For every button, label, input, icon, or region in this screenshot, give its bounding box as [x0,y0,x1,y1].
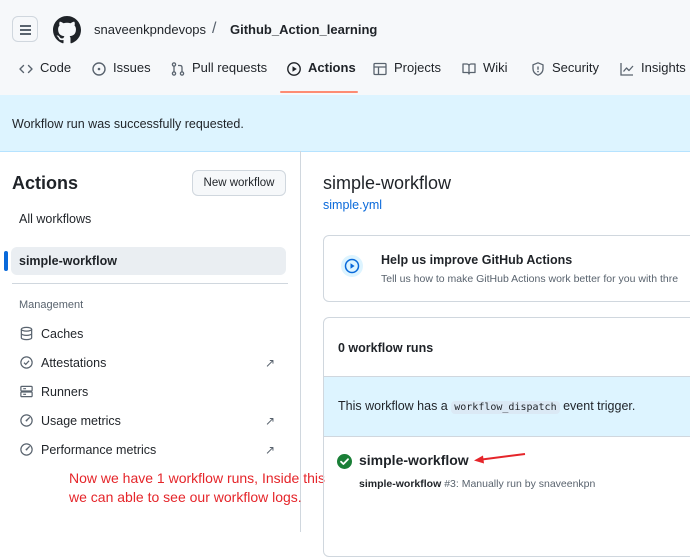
tab-projects[interactable]: Projects [372,60,441,94]
tab-active-underline [280,91,358,93]
shield-icon [532,62,544,76]
sidebar-separator [12,283,288,284]
success-check-icon [337,454,352,469]
sidebar-item-usage-metrics-label: Usage metrics [41,413,121,428]
external-link-icon: ↗ [265,414,276,428]
breadcrumb-owner[interactable]: snaveenkpndevops [94,22,206,37]
annotation-note: Now we have 1 workflow runs, Inside this… [69,470,325,505]
run-detail: #3: Manually run by snaveenkpn [444,478,596,490]
flash-message: Workflow run was successfully requested. [12,117,244,131]
sidebar-item-caches-label: Caches [41,326,84,341]
trigger-suffix: event trigger. [563,399,636,413]
tab-code[interactable]: Code [18,60,71,94]
code-icon [19,64,33,74]
external-link-icon: ↗ [265,356,276,370]
play-icon [287,62,301,76]
database-icon [20,326,33,341]
tab-code-label: Code [40,60,72,75]
table-icon [373,62,387,76]
tab-issues[interactable]: Issues [91,60,151,94]
sidebar-item-usage-metrics[interactable]: Usage metrics [19,413,121,428]
tab-pull-requests[interactable]: Pull requests [170,60,267,94]
tab-wiki-label: Wiki [483,60,508,75]
breadcrumb-separator: / [212,20,217,37]
sidebar-title: Actions [12,173,79,193]
external-link-icon: ↗ [265,443,276,457]
selected-indicator [4,251,8,271]
workflow-run-meta: simple-workflow #3: Manually run by snav… [359,478,595,490]
feedback-subtitle: Tell us how to make GitHub Actions work … [381,273,679,285]
sidebar-item-simple-workflow-label: simple-workflow [19,254,117,268]
tab-insights[interactable]: Insights [619,60,686,94]
issue-icon [92,62,106,76]
tab-projects-label: Projects [394,60,441,75]
server-icon [20,385,33,398]
sidebar-item-caches[interactable]: Caches [19,326,83,341]
tab-security-label: Security [552,60,599,75]
feedback-icon-wrap [341,255,363,277]
workflow-run-title[interactable]: simple-workflow [359,452,469,468]
run-workflow-name: simple-workflow [359,478,442,490]
graph-icon [620,63,634,76]
sidebar-item-all-workflows[interactable]: All workflows [19,212,91,226]
tab-actions-label: Actions [308,60,356,75]
sidebar-item-performance-metrics-label: Performance metrics [41,442,157,457]
book-icon [462,63,476,75]
tab-insights-label: Insights [641,60,686,75]
trigger-prefix: This workflow has a [338,399,448,413]
management-heading: Management [19,299,84,311]
hamburger-menu-button[interactable] [12,16,38,42]
github-logo-icon[interactable] [53,16,81,44]
tab-issues-label: Issues [113,60,151,75]
trigger-code: workflow_dispatch [451,401,560,414]
tab-pull-requests-label: Pull requests [192,60,268,75]
workflow-file-link[interactable]: simple.yml [323,198,382,212]
sidebar-item-attestations-label: Attestations [41,355,107,370]
feedback-card [323,235,690,302]
sidebar-item-performance-metrics[interactable]: Performance metrics [19,442,156,457]
breadcrumb-repo[interactable]: Github_Action_learning [230,22,377,37]
feedback-title[interactable]: Help us improve GitHub Actions [381,253,572,267]
sidebar-item-runners[interactable]: Runners [19,384,88,399]
workflow-title: simple-workflow [323,173,452,193]
pull-request-icon [171,62,185,76]
trigger-text: This workflow has a workflow_dispatch ev… [338,399,636,414]
workflow-runs-count: 0 workflow runs [338,341,434,355]
annotation-arrow-icon [474,453,526,464]
tab-security[interactable]: Security [530,60,599,94]
tab-actions[interactable]: Actions [286,60,356,94]
meter-icon [20,443,33,456]
play-icon [344,258,360,274]
verified-icon [20,356,33,369]
sidebar-item-attestations[interactable]: Attestations [19,355,106,370]
meter-icon [20,414,33,427]
tab-wiki[interactable]: Wiki [461,60,508,94]
new-workflow-button[interactable]: New workflow [192,170,286,196]
sidebar-item-runners-label: Runners [41,384,89,399]
